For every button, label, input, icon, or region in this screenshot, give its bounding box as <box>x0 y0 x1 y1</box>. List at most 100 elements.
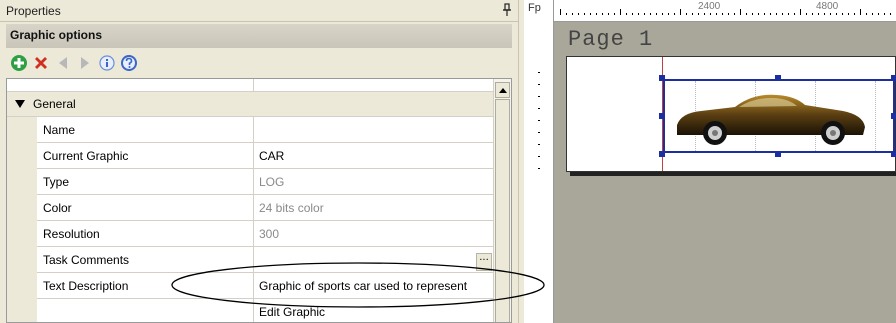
ruler-tick <box>662 13 663 15</box>
property-value: 300 <box>259 227 280 241</box>
toolbar <box>6 48 512 78</box>
ruler-tick <box>830 13 831 15</box>
ruler-tick <box>710 13 711 15</box>
ruler-tick <box>824 13 825 15</box>
property-value: 24 bits color <box>259 201 324 215</box>
ruler-tick <box>818 13 819 15</box>
property-value[interactable]: Graphic of sports car used to represent <box>259 279 491 293</box>
grid-header <box>7 79 493 92</box>
delete-icon[interactable] <box>32 54 50 72</box>
property-row-color[interactable]: Color 24 bits color <box>37 195 493 221</box>
property-name: Resolution <box>43 227 100 241</box>
resize-handle[interactable] <box>659 151 665 157</box>
ruler-tick <box>686 13 687 15</box>
resize-handle[interactable] <box>775 75 781 81</box>
category-general[interactable]: General <box>7 92 493 117</box>
ruler-tick <box>566 13 567 15</box>
next-icon[interactable] <box>76 54 94 72</box>
vertical-ruler: Fp <box>524 0 554 323</box>
ruler-tick <box>878 13 879 15</box>
property-row-type[interactable]: Type LOG <box>37 169 493 195</box>
property-row-resolution[interactable]: Resolution 300 <box>37 221 493 247</box>
property-name: Name <box>43 123 76 137</box>
ruler-label: Fp <box>528 2 541 14</box>
ruler-tick <box>788 13 789 15</box>
ruler-tick <box>734 13 735 15</box>
ruler-tick <box>626 13 627 15</box>
scroll-thumb[interactable] <box>495 99 510 322</box>
vertical-scrollbar[interactable] <box>493 79 511 322</box>
ruler-tick <box>866 13 867 15</box>
property-row-name[interactable]: Name <box>37 117 493 143</box>
ruler-tick <box>782 13 783 15</box>
property-value[interactable]: CAR <box>259 149 491 163</box>
ruler-tick <box>650 13 651 15</box>
ruler-tick <box>680 9 681 15</box>
ruler-tick <box>638 13 639 15</box>
properties-title: Properties <box>6 4 61 18</box>
ruler-tick <box>854 13 855 15</box>
canvas-area: Page 1 <box>554 22 896 323</box>
property-name: Text Description <box>43 279 129 293</box>
resize-handle[interactable] <box>891 113 896 119</box>
add-icon[interactable] <box>10 54 28 72</box>
ruler-tick <box>692 13 693 15</box>
ruler-tick <box>884 13 885 15</box>
ruler-tick <box>836 13 837 15</box>
property-row-text-description[interactable]: Text Description Graphic of sports car u… <box>37 273 493 299</box>
property-row-current-graphic[interactable]: Current Graphic CAR <box>37 143 493 169</box>
ruler-tick <box>764 13 765 15</box>
ruler-tick <box>872 13 873 15</box>
ruler-tick <box>842 13 843 15</box>
edit-graphic-link[interactable]: Edit Graphic <box>259 305 491 319</box>
ruler-tick <box>722 13 723 15</box>
ruler-tick <box>620 9 621 15</box>
ruler-tick <box>704 13 705 15</box>
ellipsis-button[interactable]: ... <box>476 253 492 271</box>
ruler-tick <box>890 13 891 15</box>
property-grid: General Name Current Graphic CAR Type LO… <box>6 78 512 323</box>
property-name: Color <box>43 201 72 215</box>
graphic-selection[interactable] <box>663 79 895 153</box>
ruler-tick <box>860 9 861 15</box>
collapse-arrow-icon[interactable] <box>15 100 25 108</box>
property-value: LOG <box>259 175 285 189</box>
ruler-tick <box>716 13 717 15</box>
car-graphic[interactable] <box>673 85 869 147</box>
scroll-up-button[interactable] <box>495 82 510 98</box>
ruler-tick <box>590 13 591 15</box>
property-name: Type <box>43 175 70 189</box>
resize-handle[interactable] <box>659 75 665 81</box>
resize-handle[interactable] <box>775 151 781 157</box>
designer-area: Fp 2400 4800 Page 1 <box>524 0 896 323</box>
property-name: Task Comments <box>43 253 130 267</box>
ruler-mark: 2400 <box>698 1 721 12</box>
category-label: General <box>33 97 76 111</box>
resize-handle[interactable] <box>659 113 665 119</box>
ruler-tick <box>770 13 771 15</box>
ruler-tick <box>572 13 573 15</box>
properties-panel: Properties Graphic options General Name … <box>0 0 518 323</box>
ruler-tick <box>596 13 597 15</box>
ruler-tick <box>740 9 741 15</box>
prev-icon[interactable] <box>54 54 72 72</box>
ruler-tick <box>776 13 777 15</box>
ruler-tick <box>674 13 675 15</box>
info-icon[interactable] <box>98 54 116 72</box>
help-icon[interactable] <box>120 54 138 72</box>
graphic-options-header: Graphic options <box>6 24 512 48</box>
ruler-tick <box>644 13 645 15</box>
ruler-tick <box>632 13 633 15</box>
ruler-tick <box>728 13 729 15</box>
ruler-mark: 4800 <box>816 1 839 12</box>
ruler-tick <box>758 13 759 15</box>
resize-handle[interactable] <box>891 75 896 81</box>
property-row-edit-graphic[interactable]: Edit Graphic <box>37 299 493 322</box>
page-canvas[interactable] <box>566 56 896 172</box>
resize-handle[interactable] <box>891 151 896 157</box>
property-name: Current Graphic <box>43 149 129 163</box>
page-label: Page 1 <box>568 27 654 52</box>
ruler-tick <box>560 9 561 15</box>
property-row-task-comments[interactable]: Task Comments ... <box>37 247 493 273</box>
pin-icon[interactable] <box>501 3 513 17</box>
